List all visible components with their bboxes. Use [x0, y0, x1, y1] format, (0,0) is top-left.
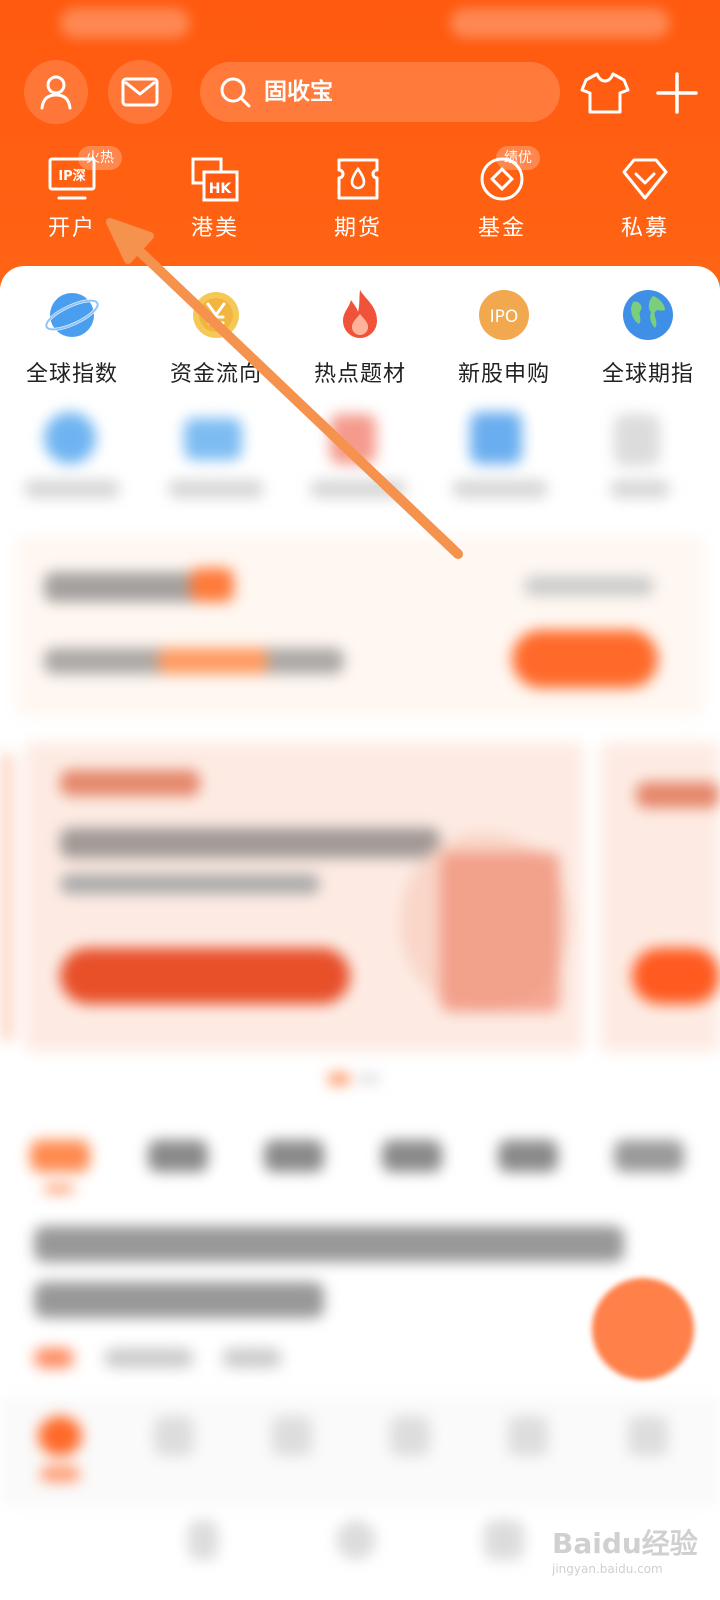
search-icon	[220, 77, 251, 108]
function-hot-topics[interactable]: 热点题材	[288, 288, 432, 388]
function-global-futures[interactable]: 全球期指	[576, 288, 720, 388]
baidu-watermark: Baidu经验 jingyan.baidu.com	[552, 1522, 712, 1586]
profile-button[interactable]	[24, 60, 88, 124]
main-content: 全球指数 资金流向 热点题材 IPO 新股申购 全球期指	[0, 266, 720, 1600]
blurred-tabs	[0, 1132, 720, 1202]
function-grid: 全球指数 资金流向 热点题材 IPO 新股申购 全球期指	[0, 288, 720, 398]
status-bar-right	[450, 8, 670, 38]
function-new-stock[interactable]: IPO 新股申购	[432, 288, 576, 388]
quick-nav: 火热 IP深 开户 HK 港美 期货 绩优 基金 私募	[0, 146, 720, 250]
function-label: 新股申购	[457, 362, 550, 387]
quick-nav-label: 港美	[190, 216, 239, 241]
function-label: 资金流向	[169, 362, 262, 387]
function-label: 全球期指	[601, 362, 694, 387]
blurred-promo-strip	[0, 536, 720, 726]
quick-nav-fund[interactable]: 绩优 基金	[442, 146, 562, 250]
watermark-text: Baidu经验	[552, 1527, 698, 1560]
messages-button[interactable]	[108, 60, 172, 124]
tshirt-icon[interactable]	[580, 68, 630, 118]
user-icon	[40, 75, 72, 110]
blurred-pager	[0, 1066, 720, 1096]
hk-us-icon: HK	[191, 157, 239, 202]
hot-badge: 火热	[78, 146, 122, 170]
quick-nav-label: 期货	[333, 216, 382, 241]
function-capital-flow[interactable]: 资金流向	[144, 288, 288, 388]
flame-icon	[333, 288, 387, 342]
quick-nav-private-fund[interactable]: 私募	[585, 150, 705, 250]
floating-compose-button[interactable]	[592, 1278, 694, 1380]
quick-nav-label: 开户	[47, 216, 96, 241]
quick-nav-label: 基金	[477, 216, 526, 241]
search-bar[interactable]	[200, 62, 560, 122]
futures-icon	[337, 158, 379, 200]
status-bar-left	[60, 8, 190, 38]
svg-text:HK: HK	[209, 181, 233, 197]
watermark-url: jingyan.baidu.com	[552, 1562, 663, 1576]
function-label: 全球指数	[25, 362, 118, 387]
mail-icon	[121, 77, 159, 107]
svg-text:IPO: IPO	[490, 307, 519, 327]
ipo-icon: IPO	[477, 288, 531, 342]
blurred-secondary-row	[0, 402, 720, 502]
quick-nav-open-account[interactable]: 火热 IP深 开户	[12, 146, 132, 250]
quick-nav-futures[interactable]: 期货	[298, 150, 418, 250]
quick-nav-hk-us[interactable]: HK 港美	[155, 150, 275, 250]
yuan-coin-icon	[189, 288, 243, 342]
top-performer-badge: 绩优	[496, 146, 540, 170]
blurred-banner	[0, 742, 720, 1072]
header-bar: 火热 IP深 开户 HK 港美 期货	[0, 0, 720, 300]
plus-icon[interactable]	[652, 68, 702, 118]
quick-nav-label: 私募	[620, 216, 669, 241]
planet-icon	[44, 288, 100, 342]
search-input[interactable]	[262, 78, 546, 106]
private-fund-icon	[622, 158, 668, 200]
function-global-index[interactable]: 全球指数	[0, 288, 144, 388]
svg-text:IP深: IP深	[58, 168, 85, 184]
function-label: 热点题材	[313, 362, 406, 387]
globe-icon	[621, 288, 675, 342]
